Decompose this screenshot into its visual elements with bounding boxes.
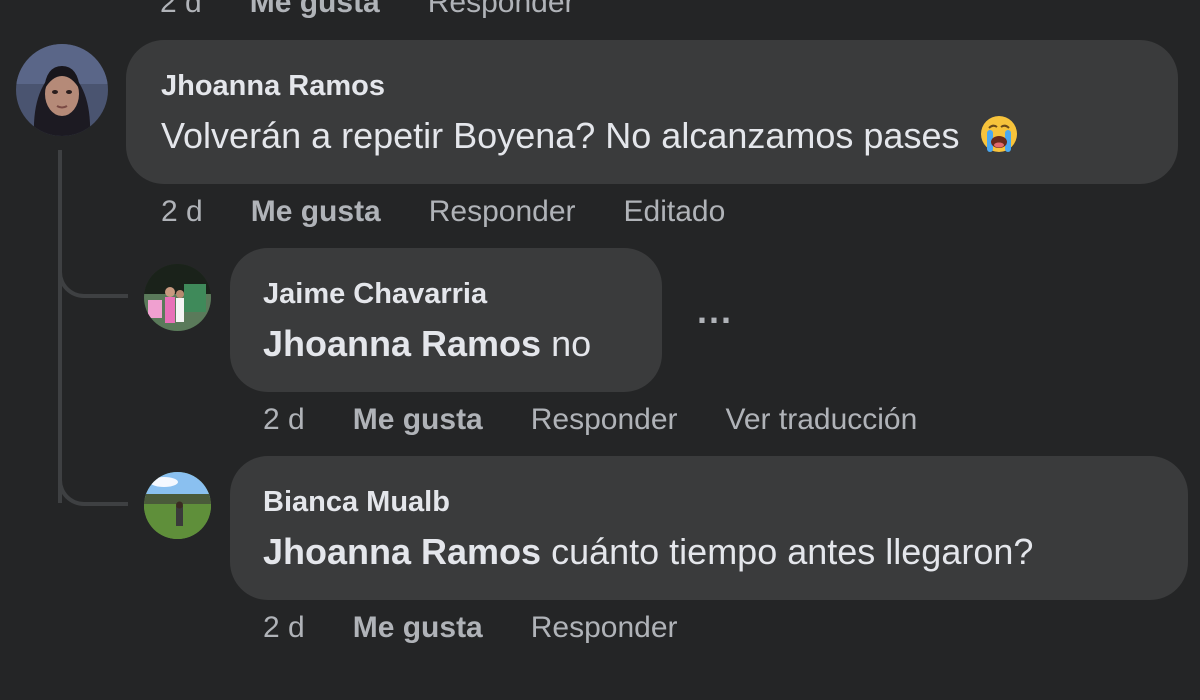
like-button[interactable]: Me gusta	[353, 611, 483, 645]
timestamp[interactable]: 2 d	[263, 403, 305, 437]
timestamp[interactable]: 2 d	[160, 0, 202, 20]
reply-text: Jhoanna Ramos no	[263, 323, 591, 365]
reply-bubble[interactable]	[230, 456, 1188, 600]
reply-actions: 2 d Me gusta Responder	[263, 611, 678, 645]
like-button[interactable]: Me gusta	[353, 403, 483, 437]
reply-bubble[interactable]	[230, 248, 662, 392]
reply-button[interactable]: Responder	[429, 195, 576, 229]
reply-author[interactable]: Jaime Chavarria	[263, 278, 487, 311]
reply-button[interactable]: Responder	[531, 403, 678, 437]
edited-label[interactable]: Editado	[624, 195, 726, 229]
loudly-crying-face-icon	[979, 114, 1019, 154]
like-button[interactable]: Me gusta	[250, 0, 380, 20]
reply-button[interactable]: Responder	[531, 611, 678, 645]
comment-body: Volverán a repetir Boyena? No alcanzamos…	[161, 115, 960, 156]
comment-author[interactable]: Jhoanna Ramos	[161, 70, 385, 103]
avatar-jhoanna-ramos[interactable]	[16, 44, 108, 136]
comment-actions: 2 d Me gusta Responder Editado	[161, 195, 725, 229]
like-button[interactable]: Me gusta	[251, 195, 381, 229]
reply-text: Jhoanna Ramos cuánto tiempo antes llegar…	[263, 531, 1033, 573]
reply-button[interactable]: Responder	[428, 0, 575, 20]
timestamp[interactable]: 2 d	[161, 195, 203, 229]
reply-actions: 2 d Me gusta Responder Ver traducción	[263, 403, 917, 437]
thread-connector-2	[58, 466, 128, 506]
thread-line	[58, 150, 62, 503]
reply-body: cuánto tiempo antes llegaron?	[541, 531, 1034, 572]
timestamp[interactable]: 2 d	[263, 611, 305, 645]
see-translation-link[interactable]: Ver traducción	[726, 403, 918, 437]
avatar-bianca-mualb[interactable]	[144, 472, 211, 539]
reply-author[interactable]: Bianca Mualb	[263, 486, 450, 519]
previous-comment-actions: 2 d Me gusta Responder	[160, 0, 575, 20]
avatar-jaime-chavarria[interactable]	[144, 264, 211, 331]
more-options-icon[interactable]: ...	[697, 290, 733, 332]
comment-text: Volverán a repetir Boyena? No alcanzamos…	[161, 114, 1019, 157]
mention-link[interactable]: Jhoanna Ramos	[263, 531, 541, 572]
mention-link[interactable]: Jhoanna Ramos	[263, 323, 541, 364]
comment-bubble[interactable]	[126, 40, 1178, 184]
thread-connector-1	[58, 258, 128, 298]
reply-body: no	[541, 323, 592, 364]
